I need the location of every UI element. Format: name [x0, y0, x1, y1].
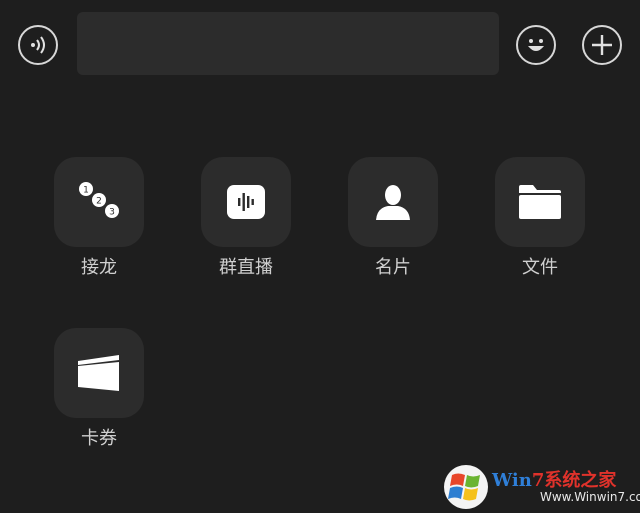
emoji-button[interactable] [516, 25, 556, 65]
business-card-tile[interactable] [348, 157, 438, 247]
folder-icon [519, 185, 561, 219]
panel-item-business-card[interactable]: 名片 [348, 157, 438, 279]
person-card-icon [376, 185, 410, 220]
watermark-brand-7: 7 [531, 470, 545, 491]
panel-item-label: 文件 [522, 257, 558, 278]
watermark: Win7系统之家 Www.Winwin7.com [440, 458, 640, 513]
watermark-brand-w: Win [492, 470, 532, 491]
watermark-url: Www.Winwin7.com [540, 490, 640, 504]
svg-text:3: 3 [109, 208, 115, 218]
panel-item-label: 卡券 [81, 428, 117, 449]
plus-icon [592, 35, 612, 55]
svg-text:2: 2 [96, 197, 102, 207]
live-waveform-icon [227, 185, 265, 219]
card-coupon-tile[interactable] [54, 328, 144, 418]
svg-text:1: 1 [83, 186, 89, 196]
panel-item-solitaire[interactable]: 1 2 3 接龙 [54, 157, 144, 279]
chat-input-bar [0, 0, 640, 90]
numbered-circles-icon: 1 2 3 [79, 182, 119, 218]
panel-item-group-live[interactable]: 群直播 [201, 157, 291, 279]
smiley-icon [528, 39, 544, 51]
panel-item-card-coupon[interactable]: 卡券 [54, 328, 144, 450]
panel-item-label: 接龙 [81, 257, 117, 278]
voice-icon [31, 36, 45, 54]
panel-item-file[interactable]: 文件 [495, 157, 585, 279]
watermark-brand: Win7系统之家 [492, 466, 616, 492]
windows-logo-icon [444, 465, 488, 509]
voice-input-button[interactable] [18, 25, 58, 65]
file-tile[interactable] [495, 157, 585, 247]
more-button[interactable] [582, 25, 622, 65]
panel-item-label: 名片 [375, 257, 411, 278]
group-live-tile[interactable] [201, 157, 291, 247]
panel-item-label: 群直播 [219, 257, 273, 278]
card-coupon-icon [78, 355, 119, 391]
watermark-brand-cn: 系统之家 [544, 470, 617, 491]
solitaire-tile[interactable]: 1 2 3 [54, 157, 144, 247]
message-input[interactable] [77, 12, 499, 75]
